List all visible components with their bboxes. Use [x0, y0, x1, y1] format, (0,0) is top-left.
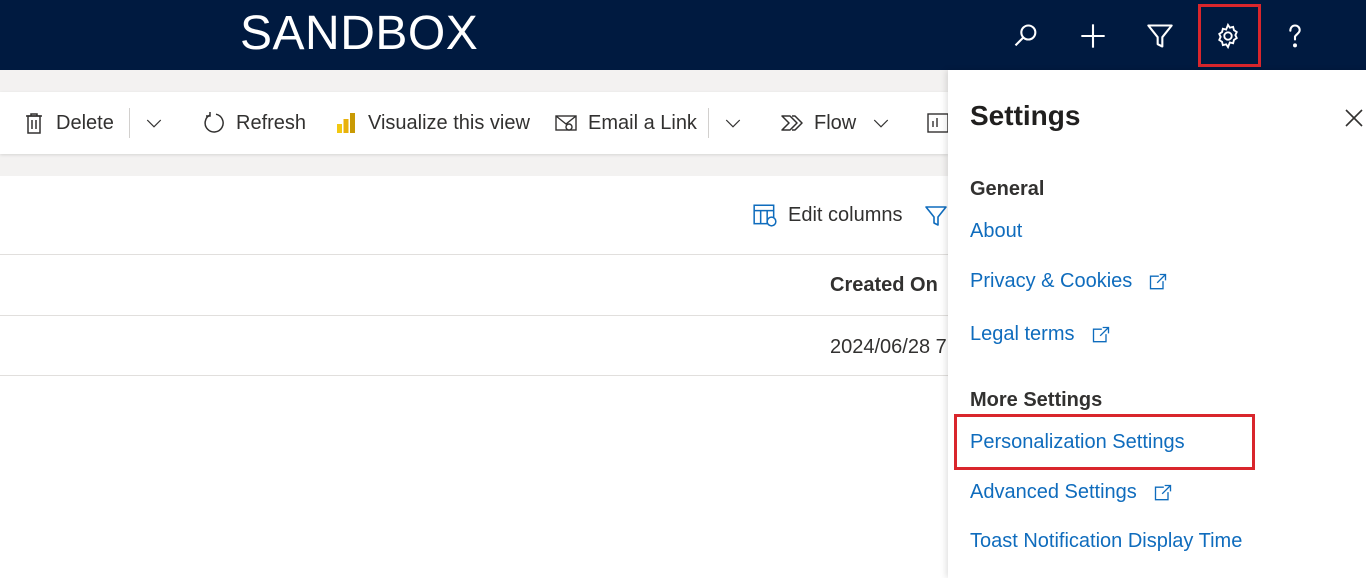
divider: [0, 375, 948, 376]
legal-label: Legal terms: [970, 323, 1075, 345]
table-cell: 2024/06/28 7: [830, 336, 947, 358]
toast-label: Toast Notification Display Time: [970, 530, 1243, 552]
external-link-icon: [1150, 273, 1167, 289]
flow-dropdown-button[interactable]: [872, 92, 890, 154]
external-link-icon: [1154, 484, 1171, 500]
edit-columns-icon: [753, 204, 777, 227]
refresh-icon: [204, 112, 224, 133]
refresh-label: Refresh: [236, 111, 307, 134]
close-icon[interactable]: [1342, 106, 1366, 130]
legal-terms-link[interactable]: Legal terms: [970, 323, 1111, 346]
chevron-down-icon: [725, 119, 741, 128]
personalization-highlight-box: [954, 414, 1255, 470]
edit-columns-label: Edit columns: [788, 203, 903, 226]
visualize-label: Visualize this view: [368, 111, 530, 134]
delete-button[interactable]: Delete: [22, 92, 114, 154]
about-link[interactable]: About: [970, 220, 1022, 243]
refresh-button[interactable]: Refresh: [202, 92, 306, 154]
divider: [0, 315, 948, 316]
external-link-icon: [1092, 326, 1109, 342]
toast-notification-link[interactable]: Toast Notification Display Time: [970, 530, 1242, 553]
help-button[interactable]: [1273, 14, 1317, 58]
advanced-find-button[interactable]: [1138, 14, 1182, 58]
flow-icon: [781, 115, 803, 131]
section-heading-more-settings: More Settings: [970, 389, 1103, 411]
email-link-label: Email a Link: [588, 111, 697, 134]
delete-dropdown-button[interactable]: [145, 92, 163, 154]
flow-button[interactable]: Flow: [780, 92, 856, 154]
panel-title: Settings: [970, 100, 1081, 131]
privacy-cookies-link[interactable]: Privacy & Cookies: [970, 270, 1168, 293]
delete-label: Delete: [56, 111, 114, 134]
advanced-label: Advanced Settings: [970, 481, 1137, 503]
command-bar: Delete Refresh Visualize this view Email…: [0, 92, 949, 154]
chevron-down-icon: [146, 119, 162, 128]
about-label: About: [970, 220, 1023, 242]
settings-panel: Settings General About Privacy & Cookies…: [948, 70, 1366, 578]
privacy-label: Privacy & Cookies: [970, 270, 1133, 292]
new-button[interactable]: [1071, 14, 1115, 58]
visualize-button[interactable]: Visualize this view: [334, 92, 530, 154]
trash-icon: [26, 113, 42, 134]
power-bi-icon: [337, 113, 355, 133]
search-button[interactable]: [1004, 14, 1048, 58]
divider: [129, 108, 130, 138]
chevron-down-icon: [873, 119, 889, 128]
section-heading-general: General: [970, 178, 1045, 200]
flow-label: Flow: [814, 111, 857, 134]
settings-highlight-box: [1198, 4, 1261, 67]
email-link-button[interactable]: Email a Link: [554, 92, 697, 154]
divider: [708, 108, 709, 138]
plus-icon: [1081, 24, 1105, 48]
filter-icon: [1147, 24, 1173, 48]
email-link-dropdown-button[interactable]: [724, 92, 742, 154]
search-icon: [1014, 24, 1037, 47]
column-header-created-on[interactable]: Created On: [830, 274, 959, 297]
filter-icon[interactable]: [924, 204, 948, 228]
column-header-label: Created On: [830, 274, 938, 296]
advanced-settings-link[interactable]: Advanced Settings: [970, 481, 1173, 504]
report-icon: [927, 113, 949, 133]
grid-area: Edit columns Created On 2024/06/28 7: [0, 176, 959, 578]
edit-columns-button[interactable]: Edit columns: [752, 202, 903, 228]
app-title: SANDBOX: [240, 7, 479, 60]
top-bar: SANDBOX: [0, 0, 1366, 70]
help-icon: [1289, 24, 1301, 48]
divider: [0, 254, 948, 255]
email-link-icon: [555, 115, 577, 131]
